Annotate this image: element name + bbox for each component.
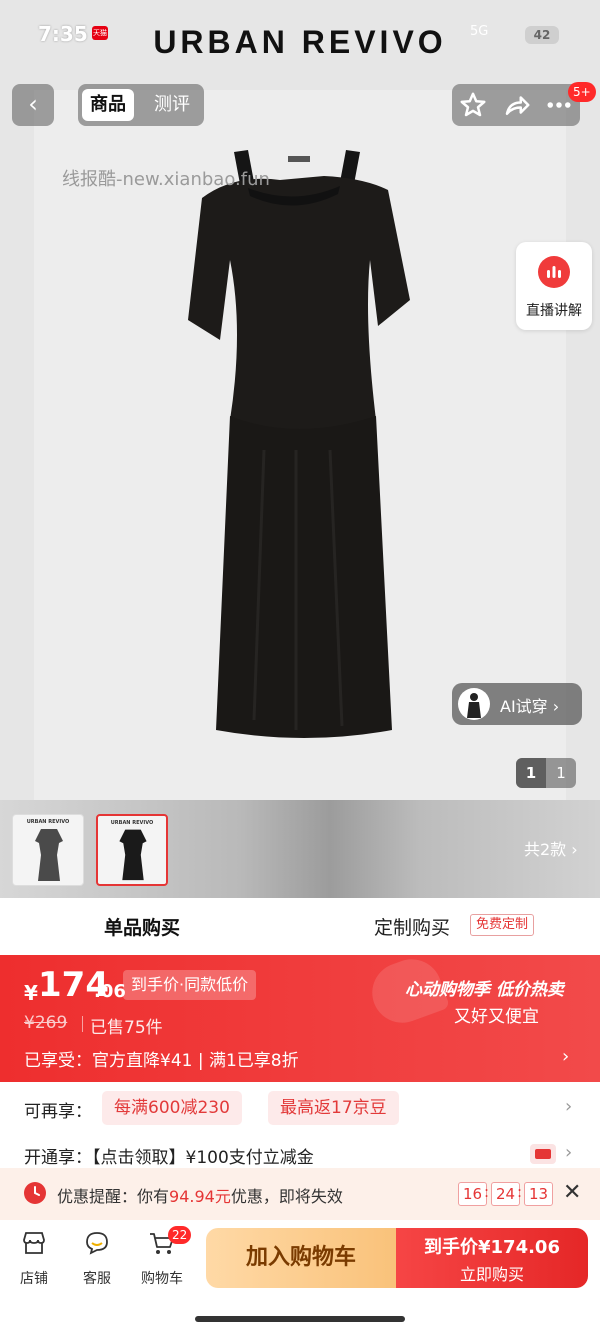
live-explain-button[interactable]: 直播讲解	[516, 242, 592, 330]
timer-minutes: 24	[491, 1182, 521, 1206]
clock-icon	[24, 1182, 46, 1204]
service-button[interactable]: 客服	[67, 1228, 127, 1288]
bottom-action-bar: 店铺 客服 22 购物车 加入购物车 到手价¥174.06 立即购买	[0, 1220, 600, 1335]
chevron-right-icon: ›	[565, 1096, 573, 1117]
ai-try-on-button[interactable]: AI试穿 ›	[452, 683, 582, 725]
buy-now-button[interactable]: 到手价¥174.06 立即购买	[396, 1228, 588, 1288]
header-actions	[452, 84, 580, 126]
ai-try-on-label: AI试穿 ›	[500, 697, 560, 716]
timer-seconds: 13	[524, 1182, 554, 1206]
page-tabs: 商品 测评	[78, 84, 204, 126]
star-icon[interactable]	[458, 90, 488, 120]
watermark: 线报酷-new.xianbao.fun	[62, 169, 270, 190]
price-decimal: .06	[94, 981, 126, 1002]
service-label: 客服	[83, 1271, 111, 1287]
brand-logo: URBAN REVIVO	[153, 24, 447, 60]
promo-subtitle: 又好又便宜	[454, 1007, 539, 1027]
benefits-label: 可再享：	[24, 1102, 92, 1122]
promo-title: 心动购物季 低价热卖	[405, 980, 564, 1000]
reminder-text: 优惠提醒：你有94.94元优惠，即将失效	[57, 1183, 343, 1207]
thumb-brand: URBAN REVIVO	[26, 819, 70, 825]
chevron-right-icon: ›	[565, 1142, 573, 1163]
reminder-amount: 94.94元	[169, 1187, 231, 1206]
close-icon[interactable]: ✕	[563, 1180, 581, 1205]
sold-count: 已售75件	[82, 1013, 163, 1038]
reminder-suffix: 优惠，即将失效	[230, 1187, 343, 1206]
notification-badge: 5+	[568, 82, 596, 102]
variant-strip: URBAN REVIVO URBAN REVIVO 共2款 ›	[0, 800, 600, 898]
membership-text: 开通享：【点击领取】¥100支付立减金	[24, 1148, 314, 1168]
cart-button[interactable]: 22 购物车	[132, 1226, 192, 1288]
store-button[interactable]: 店铺	[4, 1228, 64, 1288]
variant-thumb-grey[interactable]: URBAN REVIVO	[12, 814, 84, 886]
live-icon	[538, 256, 570, 288]
price-section: ¥ 174 .06 到手价·同款低价 ¥269 已售75件 已享受：官方直降¥4…	[0, 950, 600, 1082]
pager-total: 1	[556, 764, 566, 782]
extra-benefits-row[interactable]: 可再享： 每满600减230 最高返17京豆 ›	[0, 1084, 600, 1132]
thumb-brand: URBAN REVIVO	[110, 820, 154, 826]
cart-label: 购物车	[141, 1271, 183, 1287]
variant-thumb-black[interactable]: URBAN REVIVO	[96, 814, 168, 886]
tab-custom-purchase[interactable]: 定制购买	[374, 913, 450, 940]
price-tag: 到手价·同款低价	[123, 970, 257, 1000]
pager-current: 1	[516, 758, 546, 788]
model-avatar-icon	[458, 688, 490, 720]
original-price: ¥269	[24, 1013, 68, 1033]
grey-dress-image	[35, 829, 63, 881]
free-custom-badge: 免费定制	[470, 914, 535, 936]
chat-icon	[86, 1232, 108, 1255]
coupon-chip[interactable]: 每满600减230	[102, 1091, 242, 1125]
home-indicator[interactable]	[195, 1316, 405, 1322]
share-icon[interactable]	[502, 90, 532, 120]
cashback-chip[interactable]: 最高返17京豆	[268, 1091, 399, 1125]
add-to-cart-button[interactable]: 加入购物车	[206, 1228, 396, 1288]
chevron-left-icon: ‹	[28, 90, 38, 118]
store-icon	[23, 1232, 45, 1254]
product-gallery[interactable]: 7:35 天猫 5G 42 URBAN REVIVO ‹ 商品 测评 5+ 线报…	[0, 0, 600, 800]
discount-details[interactable]: 已享受：官方直降¥41 | 满1已享8折	[24, 1046, 299, 1071]
buy-now-label: 立即购买	[459, 1265, 524, 1284]
tab-review[interactable]: 测评	[146, 89, 198, 121]
coupon-reminder: 优惠提醒：你有94.94元优惠，即将失效 16 : 24 : 13 ✕	[0, 1168, 600, 1220]
variant-count-link[interactable]: 共2款 ›	[524, 836, 578, 860]
image-pager: 1 1	[516, 758, 576, 788]
product-page: 7:35 天猫 5G 42 URBAN REVIVO ‹ 商品 测评 5+ 线报…	[0, 0, 600, 1335]
tab-single-purchase[interactable]: 单品购买	[104, 913, 180, 940]
black-dress-image	[119, 829, 147, 881]
buy-now-price: 到手价¥174.06	[424, 1237, 560, 1258]
store-label: 店铺	[20, 1271, 48, 1287]
timer-separator: :	[517, 1183, 523, 1201]
price-currency: ¥	[24, 981, 38, 1005]
timer-hours: 16	[458, 1182, 488, 1206]
card-icon	[530, 1144, 556, 1164]
live-label: 直播讲解	[526, 303, 582, 319]
chevron-right-icon[interactable]: ›	[562, 1046, 569, 1067]
cart-count-badge: 22	[168, 1226, 192, 1244]
back-button[interactable]: ‹	[12, 84, 54, 126]
timer-separator: :	[484, 1183, 490, 1201]
reminder-prefix: 优惠提醒：你有	[57, 1187, 170, 1206]
tab-product[interactable]: 商品	[82, 89, 134, 121]
